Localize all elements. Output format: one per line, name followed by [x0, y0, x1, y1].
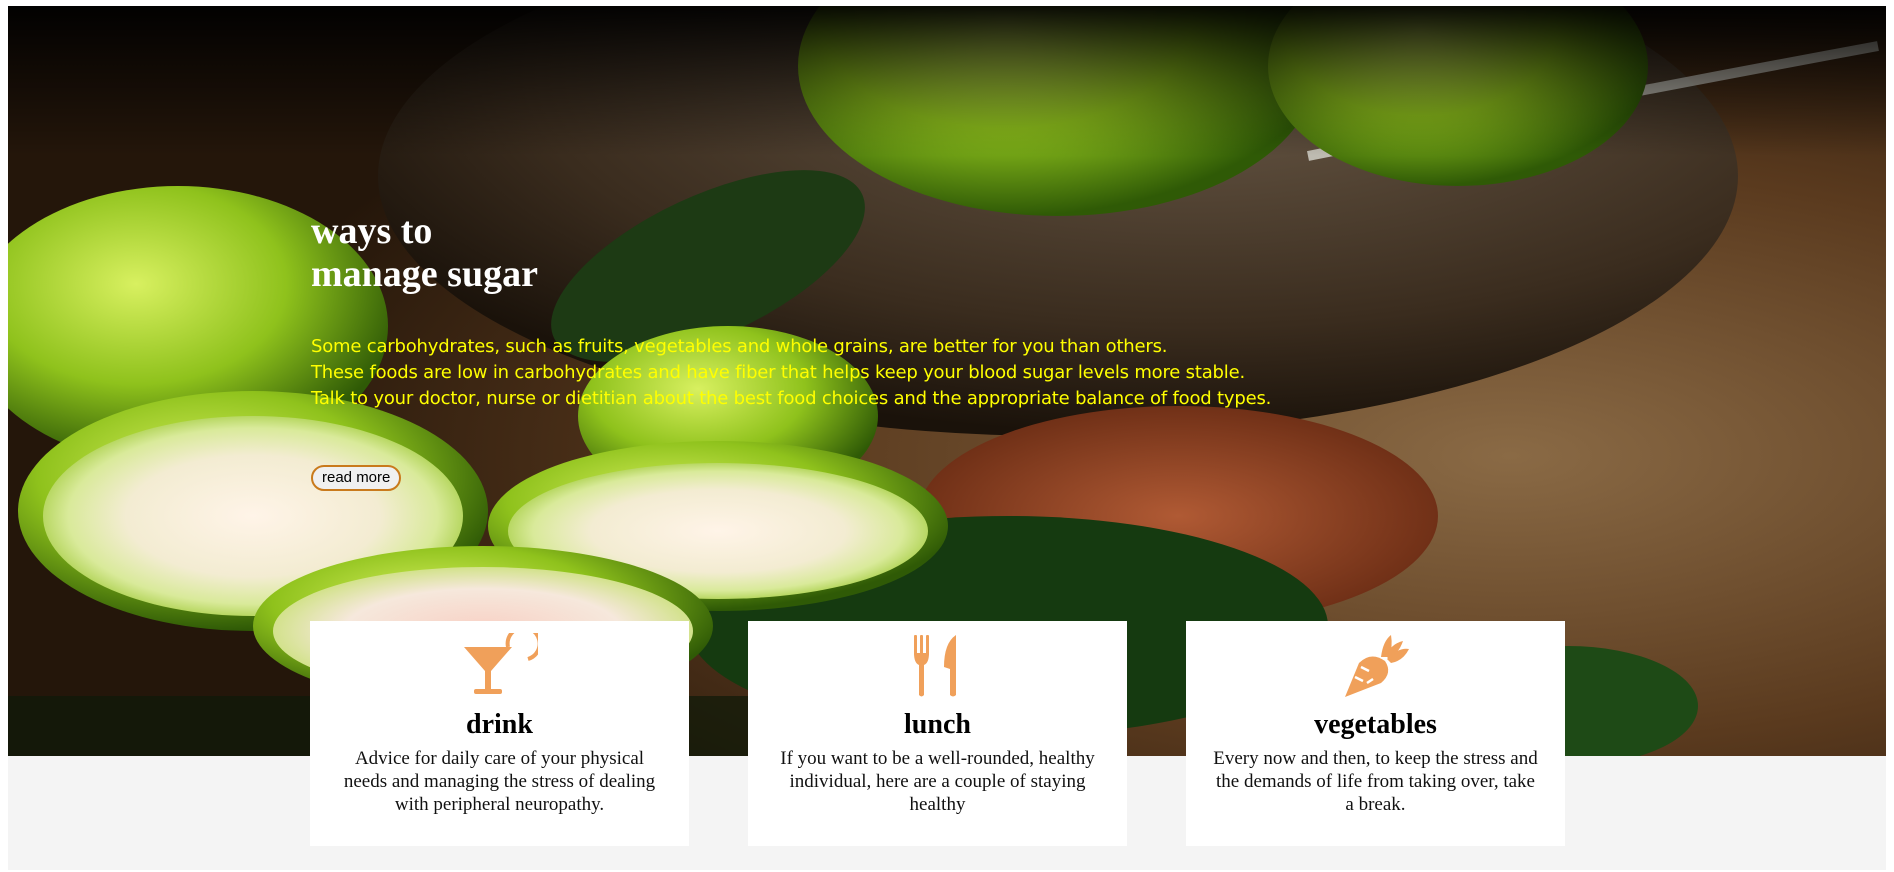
hero-title: ways to manage sugar	[311, 210, 811, 296]
card-text: If you want to be a well-rounded, health…	[780, 748, 1095, 815]
page: ways to manage sugar Some carbohydrates,…	[0, 0, 1894, 872]
fork-knife-icon	[913, 635, 956, 697]
card-lunch: lunch If you want to be a well-rounded, …	[748, 621, 1127, 846]
hero-title-line-2: manage sugar	[311, 253, 538, 295]
card-vegetables: vegetables Every now and then, to keep t…	[1186, 621, 1565, 846]
read-more-button[interactable]: read more	[311, 465, 402, 491]
card-title: drink	[466, 709, 533, 740]
hero-description-line-2: These foods are low in carbohydrates and…	[311, 362, 1245, 383]
card-text: Advice for daily care of your physical n…	[343, 748, 656, 815]
hero-description: Some carbohydrates, such as fruits, vege…	[311, 334, 1411, 412]
card-text: Every now and then, to keep the stress a…	[1213, 748, 1538, 815]
cocktail-icon	[463, 633, 538, 694]
card-drink: drink Advice for daily care of your phys…	[310, 621, 689, 846]
hero-description-line-3: Talk to your doctor, nurse or dietitian …	[311, 388, 1272, 409]
card-title: lunch	[904, 709, 971, 740]
carrot-icon	[1344, 635, 1409, 697]
hero-title-line-1: ways to	[311, 210, 433, 252]
hero-description-line-1: Some carbohydrates, such as fruits, vege…	[311, 336, 1168, 357]
card-title: vegetables	[1314, 709, 1437, 740]
